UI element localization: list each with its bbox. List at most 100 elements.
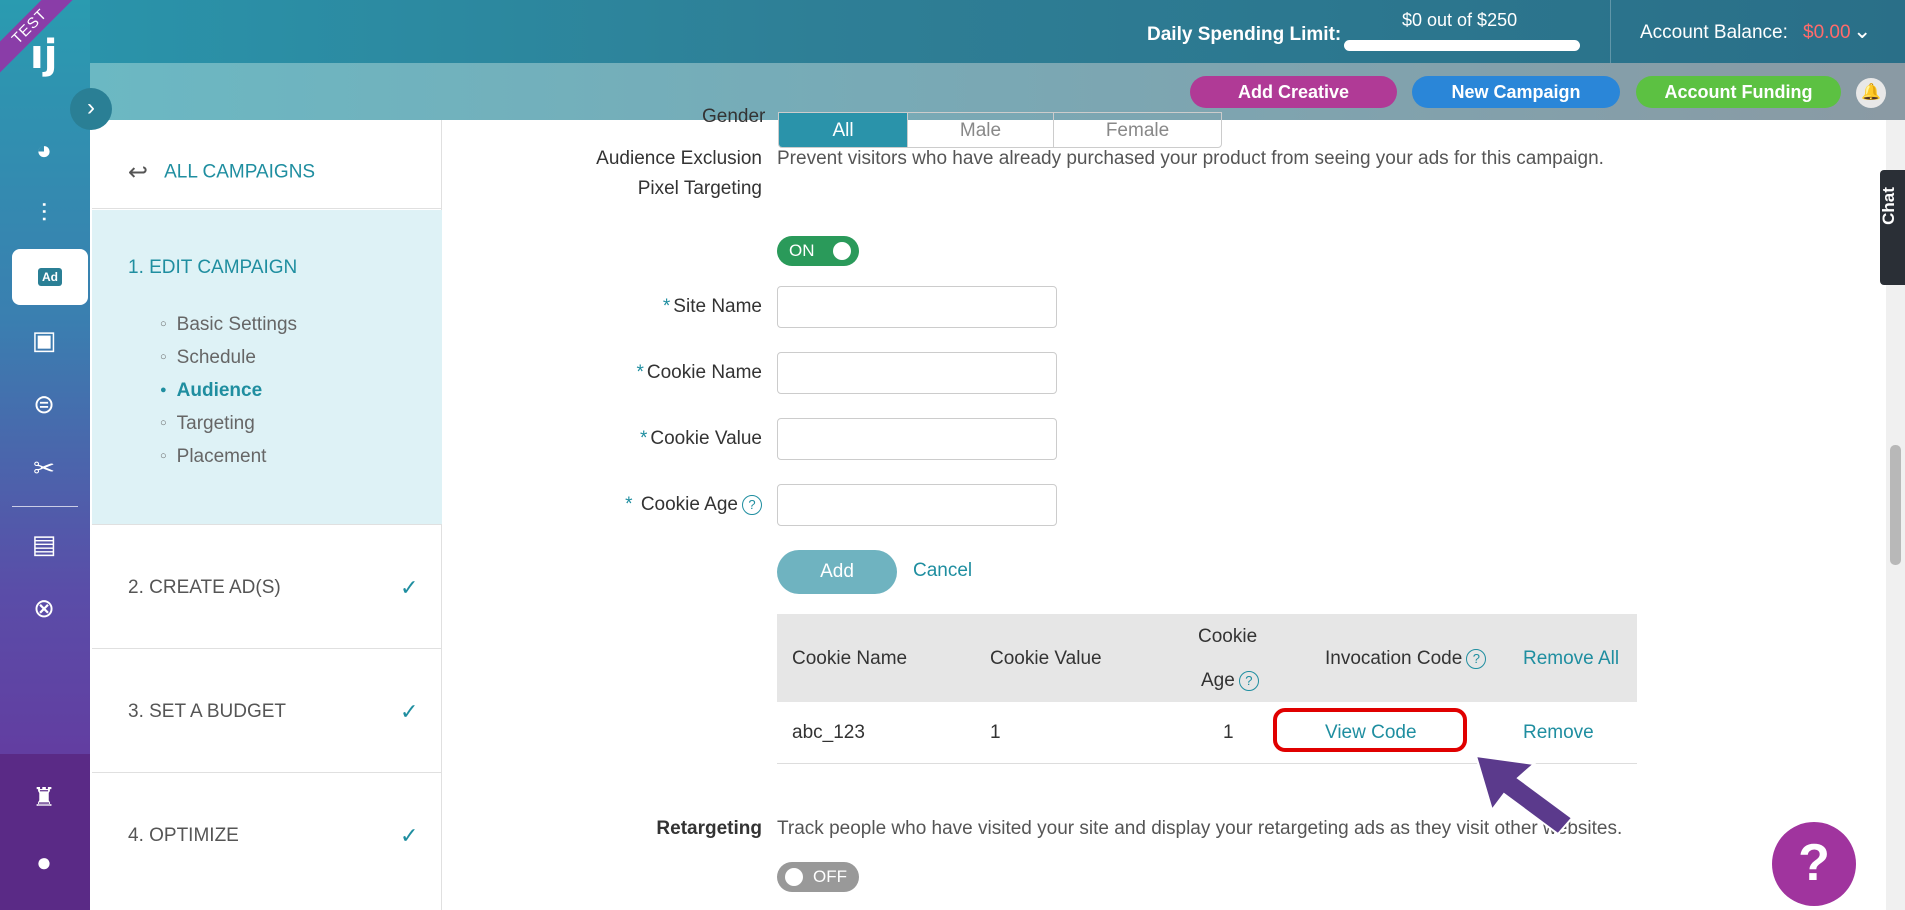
gender-option-all[interactable]: All: [779, 113, 907, 147]
retargeting-toggle[interactable]: OFF: [777, 862, 859, 892]
cell-cookie-age: 1: [1223, 722, 1234, 743]
col-cookie-age-text: Age: [1201, 670, 1235, 691]
col-cookie-name: Cookie Name: [792, 648, 908, 669]
chat-tab[interactable]: Chat: [1878, 170, 1905, 285]
support-icon[interactable]: ⊗: [14, 586, 74, 630]
main-scroll-thumb[interactable]: [1890, 445, 1901, 565]
col-invocation-code: Invocation Code?: [1325, 648, 1487, 670]
cookie-age-label-text: Cookie Age: [640, 494, 738, 515]
help-icon[interactable]: ?: [742, 494, 762, 515]
daily-spending-label: Daily Spending Limit:: [1147, 24, 1342, 45]
substep-placement[interactable]: Placement: [160, 440, 297, 473]
cookie-value-label-text: Cookie Value: [650, 428, 762, 449]
annotation-arrow: [1474, 754, 1574, 836]
analytics-icon[interactable]: ⫶: [14, 192, 74, 236]
step-create-ads[interactable]: 2. CREATE AD(S) ✓: [92, 524, 442, 648]
creatives-icon[interactable]: ▣: [14, 318, 74, 362]
top-bar: [90, 0, 1905, 63]
divider: [92, 208, 442, 209]
account-balance-label[interactable]: Account Balance:: [1640, 22, 1788, 44]
chevron-down-icon[interactable]: ⌄: [1853, 18, 1871, 44]
account-divider: [1610, 0, 1611, 63]
required-asterisk: *: [662, 296, 671, 317]
required-asterisk: *: [639, 428, 648, 449]
check-icon: ✓: [400, 699, 419, 724]
col-cookie-age-line1: Cookie: [1198, 626, 1258, 647]
remove-all-link[interactable]: Remove All: [1523, 648, 1619, 670]
cookie-value-input[interactable]: [777, 418, 1057, 460]
all-campaigns-label: ALL CAMPAIGNS: [164, 161, 316, 183]
add-creative-button[interactable]: Add Creative: [1190, 76, 1397, 108]
cookie-age-label: * Cookie Age?: [442, 494, 762, 516]
left-rail: TEST ıj ◕ ⫶ Ad ▣ ⊜ ✂ ▤ ⊗ ♜ ●: [0, 0, 90, 910]
daily-spending-value: $0 out of $250: [1402, 10, 1518, 30]
help-icon[interactable]: ?: [1466, 648, 1487, 669]
required-asterisk: *: [636, 362, 644, 383]
substep-basic-settings[interactable]: Basic Settings: [160, 308, 297, 341]
edit-campaign-substeps: Basic Settings Schedule Audience Targeti…: [160, 308, 297, 473]
bell-icon[interactable]: 🔔: [1856, 78, 1886, 108]
gender-option-female[interactable]: Female: [1053, 113, 1221, 147]
check-icon: ✓: [400, 823, 419, 848]
steps-sidebar: ↩ ALL CAMPAIGNS 1. EDIT CAMPAIGN Basic Se…: [92, 120, 442, 910]
substep-schedule[interactable]: Schedule: [160, 341, 297, 374]
help-icon[interactable]: ?: [1238, 670, 1259, 691]
gender-label: Gender: [702, 106, 766, 127]
add-button[interactable]: Add: [777, 550, 897, 594]
cookie-name-label-text: Cookie Name: [646, 362, 762, 383]
daily-spending-progress: [1344, 40, 1580, 51]
cancel-link[interactable]: Cancel: [913, 560, 972, 582]
step-set-budget-label: 3. SET A BUDGET: [128, 701, 287, 722]
step-set-budget[interactable]: 3. SET A BUDGET ✓: [92, 648, 442, 772]
site-name-input[interactable]: [777, 286, 1057, 328]
toggle-knob: [833, 242, 851, 260]
view-code-link[interactable]: View Code: [1325, 722, 1417, 744]
ad-icon[interactable]: Ad: [12, 249, 88, 305]
reports-icon[interactable]: ▤: [14, 522, 74, 566]
new-campaign-button[interactable]: New Campaign: [1412, 76, 1620, 108]
check-icon: ✓: [400, 575, 419, 600]
remove-link[interactable]: Remove: [1523, 722, 1594, 744]
cookie-name-label: * Cookie Name: [442, 362, 762, 384]
user-icon[interactable]: ●: [14, 840, 74, 884]
step-optimize[interactable]: 4. OPTIMIZE ✓: [92, 772, 442, 896]
cookie-table: Cookie Name Cookie Value Cookie Age? Inv…: [777, 614, 1637, 764]
required-asterisk: *: [625, 494, 633, 515]
exclusion-description: Prevent visitors who have already purcha…: [777, 148, 1604, 169]
account-balance-value[interactable]: $0.00: [1803, 22, 1851, 44]
cell-cookie-value: 1: [990, 722, 1001, 743]
site-name-label: * Site Name: [442, 296, 762, 318]
substep-targeting[interactable]: Targeting: [160, 407, 297, 440]
toggle-knob: [785, 868, 803, 886]
step-edit-campaign-title[interactable]: 1. EDIT CAMPAIGN: [128, 257, 297, 279]
cookie-age-input[interactable]: [777, 484, 1057, 526]
col-invocation-text: Invocation Code: [1325, 648, 1463, 669]
cookie-value-label: * Cookie Value: [442, 428, 762, 450]
chevron-right-icon[interactable]: ›: [70, 88, 112, 130]
all-campaigns-link[interactable]: ↩ ALL CAMPAIGNS: [128, 158, 315, 187]
exclusion-toggle[interactable]: ON: [777, 236, 859, 266]
site-name-label-text: Site Name: [673, 296, 762, 317]
billing-icon[interactable]: ⊜: [14, 382, 74, 426]
table-header: Cookie Name Cookie Value Cookie Age? Inv…: [777, 614, 1637, 702]
chat-label: Chat: [1878, 187, 1898, 225]
cell-cookie-name: abc_123: [792, 722, 865, 743]
gender-option-male[interactable]: Male: [907, 113, 1053, 147]
step-optimize-label: 4. OPTIMIZE: [128, 825, 239, 846]
audience-form: Gender All Male Female Audience Exclusio…: [442, 106, 1882, 910]
retargeting-label: Retargeting: [656, 818, 762, 839]
account-funding-button[interactable]: Account Funding: [1636, 76, 1841, 108]
gender-segmented-control: All Male Female: [778, 112, 1222, 148]
exclusion-label-line1: Audience Exclusion: [596, 148, 762, 169]
help-button[interactable]: ?: [1772, 822, 1856, 906]
rook-icon[interactable]: ♜: [14, 775, 74, 819]
exclusion-toggle-label: ON: [789, 241, 815, 260]
back-arrow-icon: ↩: [128, 159, 149, 186]
tools-icon[interactable]: ✂: [14, 446, 74, 490]
dashboard-icon[interactable]: ◕: [14, 128, 74, 172]
retargeting-toggle-label: OFF: [813, 867, 847, 886]
cookie-name-input[interactable]: [777, 352, 1057, 394]
substep-audience[interactable]: Audience: [160, 374, 297, 407]
exclusion-label-line2: Pixel Targeting: [637, 178, 762, 199]
col-cookie-value: Cookie Value: [990, 648, 1102, 669]
